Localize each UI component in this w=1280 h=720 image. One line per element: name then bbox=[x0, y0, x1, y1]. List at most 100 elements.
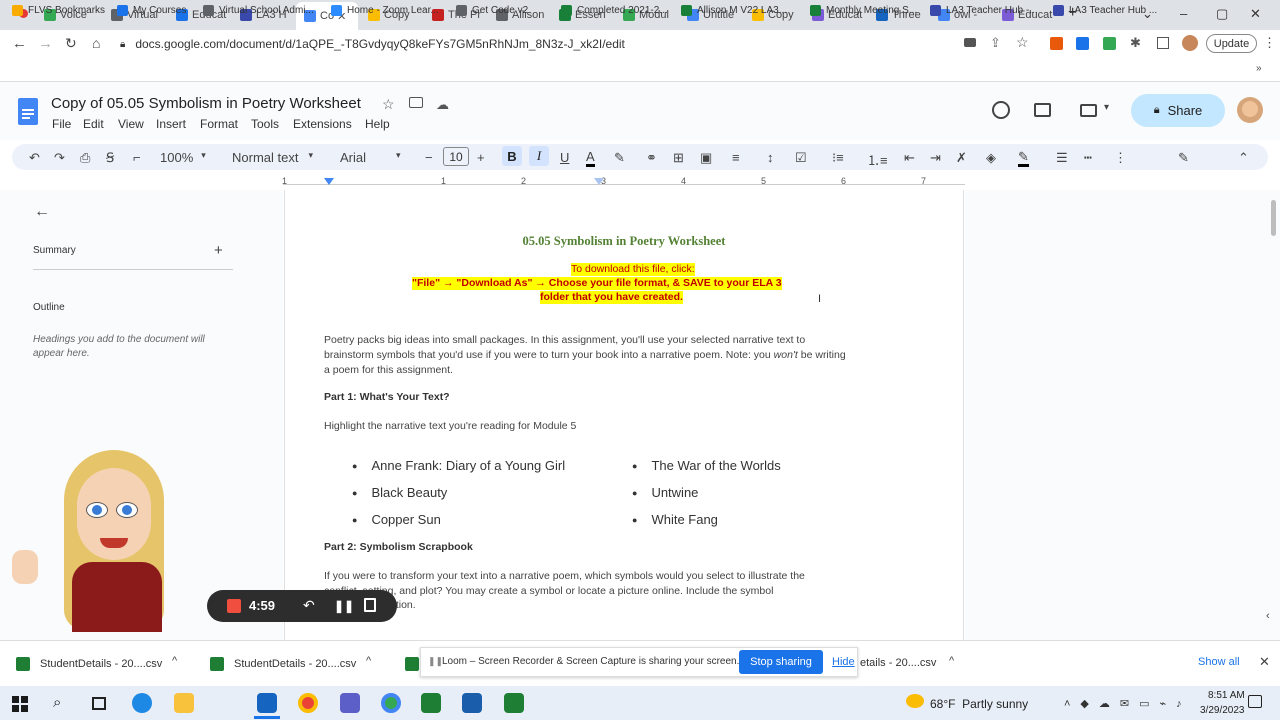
file-explorer-icon[interactable] bbox=[174, 693, 194, 713]
bookmark-item[interactable]: Get Code v2 bbox=[456, 5, 528, 16]
task-view-icon[interactable] bbox=[92, 697, 106, 710]
ruler[interactable] bbox=[283, 176, 965, 188]
update-button[interactable]: Update bbox=[1206, 34, 1257, 53]
border-color-icon[interactable]: ✎ bbox=[1018, 150, 1029, 167]
more-options-icon[interactable]: ⋮ bbox=[1114, 150, 1127, 166]
home-icon[interactable]: ⌂ bbox=[92, 35, 100, 51]
bookmark-star-icon[interactable]: ☆ bbox=[1016, 34, 1029, 51]
italic-button[interactable]: I bbox=[529, 146, 549, 166]
star-icon[interactable]: ☆ bbox=[382, 96, 395, 113]
extensions-puzzle-icon[interactable]: ✱ bbox=[1130, 35, 1141, 51]
download-item[interactable]: StudentDetails - 20....csv bbox=[16, 657, 162, 671]
bold-button[interactable]: B bbox=[502, 146, 522, 166]
bookmark-item[interactable]: Home - Zoom Lear... bbox=[331, 5, 439, 16]
delete-recording-icon[interactable] bbox=[364, 598, 376, 612]
link-icon[interactable]: ⚭ bbox=[646, 150, 657, 166]
spellcheck-icon[interactable]: Ꞩ bbox=[106, 150, 114, 166]
minimize-icon[interactable]: – bbox=[1180, 6, 1187, 21]
stop-sharing-button[interactable]: Stop sharing bbox=[739, 650, 823, 674]
document-title[interactable]: Copy of 05.05 Symbolism in Poetry Worksh… bbox=[51, 95, 361, 112]
insert-image-icon[interactable]: ▣ bbox=[700, 150, 712, 166]
print-icon[interactable]: ⎙ bbox=[80, 150, 90, 166]
bookmark-item[interactable]: LA3 Teacher Hub ... bbox=[1053, 5, 1157, 16]
profile-avatar[interactable] bbox=[1182, 35, 1198, 51]
account-avatar[interactable] bbox=[1237, 97, 1263, 123]
clear-formatting-icon[interactable]: ✗ bbox=[956, 150, 967, 166]
teams-icon[interactable] bbox=[340, 693, 360, 713]
extension-icon-3[interactable] bbox=[1103, 37, 1116, 50]
extension-icon-1[interactable] bbox=[1050, 37, 1063, 50]
side-panel-icon[interactable] bbox=[1157, 37, 1169, 49]
meet-dropdown-icon[interactable]: ▾ bbox=[1104, 102, 1109, 113]
outlook-icon[interactable] bbox=[257, 693, 277, 713]
undo-icon[interactable]: ↶ bbox=[29, 150, 40, 166]
menu-tools[interactable]: Tools bbox=[251, 117, 279, 131]
download-menu-icon[interactable]: ^ bbox=[949, 655, 954, 667]
bookmark-item[interactable]: FLVS Bookmarks bbox=[12, 5, 105, 16]
version-history-icon[interactable] bbox=[992, 101, 1010, 119]
forward-icon[interactable]: → bbox=[38, 35, 53, 52]
close-downloads-icon[interactable]: ✕ bbox=[1259, 654, 1270, 670]
increase-indent-icon[interactable]: ⇥ bbox=[930, 150, 941, 166]
search-icon[interactable]: ⌕ bbox=[53, 694, 61, 711]
menu-format[interactable]: Format bbox=[200, 117, 238, 131]
bookmark-item[interactable]: Completed 2021-2... bbox=[561, 5, 668, 16]
add-comment-icon[interactable]: ⊞ bbox=[673, 150, 684, 166]
extension-icon-2[interactable] bbox=[1076, 37, 1089, 50]
right-indent-marker[interactable] bbox=[594, 178, 604, 185]
highlight-icon[interactable]: ✎ bbox=[614, 150, 625, 166]
bookmark-item[interactable]: Monthly Meeting S... bbox=[810, 5, 917, 16]
download-item[interactable]: StudentDetails - 20....csv bbox=[210, 657, 356, 671]
left-indent-marker[interactable] bbox=[324, 178, 334, 185]
numbered-list-icon[interactable]: ⒈≡ bbox=[867, 150, 888, 169]
decrease-font-icon[interactable]: − bbox=[425, 150, 433, 165]
bookmark-item[interactable]: Allison M V22 LA3... bbox=[681, 5, 787, 16]
meet-icon[interactable] bbox=[1080, 104, 1097, 117]
close-outline-icon[interactable]: ← bbox=[34, 203, 50, 221]
menu-insert[interactable]: Insert bbox=[156, 117, 186, 131]
fill-color-icon[interactable]: ◈ bbox=[986, 150, 996, 166]
clock-time[interactable]: 8:51 AM bbox=[1208, 690, 1245, 701]
url-field[interactable]: 🔒︎ docs.google.com/document/d/1aQPE_-T8G… bbox=[120, 34, 955, 54]
align-icon[interactable]: ≡ bbox=[732, 150, 740, 165]
menu-help[interactable]: Help bbox=[365, 117, 390, 131]
hide-sharing-link[interactable]: Hide bbox=[832, 656, 855, 668]
bookmark-item[interactable]: My Courses bbox=[117, 5, 186, 16]
border-dash-icon[interactable]: ┅ bbox=[1084, 150, 1092, 166]
restart-icon[interactable]: ↶ bbox=[303, 597, 315, 614]
excel-icon[interactable] bbox=[421, 693, 441, 713]
chrome-icon-2[interactable] bbox=[381, 693, 401, 713]
stop-recording-button[interactable] bbox=[227, 599, 241, 613]
paint-format-icon[interactable]: ⌐ bbox=[133, 150, 141, 165]
menu-edit[interactable]: Edit bbox=[83, 117, 104, 131]
style-select[interactable]: Normal text ▾ bbox=[232, 150, 313, 165]
collapse-menus-icon[interactable]: ⌃ bbox=[1238, 150, 1249, 166]
pause-icon[interactable]: ❚❚ bbox=[334, 599, 354, 613]
back-icon[interactable]: ← bbox=[12, 35, 27, 52]
underline-button[interactable]: U bbox=[560, 150, 569, 165]
system-tray-icons[interactable]: ˄◆☁✉▭⌁♪ bbox=[1064, 697, 1192, 710]
weather-text[interactable]: 68°F Partly sunny bbox=[930, 697, 1028, 711]
docs-logo-icon[interactable] bbox=[18, 98, 38, 125]
decrease-indent-icon[interactable]: ⇤ bbox=[904, 150, 915, 166]
close-window-icon[interactable]: ✕ bbox=[1250, 6, 1261, 22]
download-menu-icon[interactable]: ^ bbox=[172, 655, 177, 667]
editing-mode-icon[interactable]: ✎ bbox=[1178, 150, 1189, 166]
reload-icon[interactable]: ↻ bbox=[65, 35, 77, 52]
download-item[interactable]: etails - 20....csv bbox=[860, 657, 936, 669]
move-folder-icon[interactable] bbox=[409, 97, 423, 108]
redo-icon[interactable]: ↷ bbox=[54, 150, 65, 166]
notifications-icon[interactable] bbox=[1248, 695, 1262, 708]
zoom-select[interactable]: 100% ▾ bbox=[160, 150, 206, 165]
comments-icon[interactable] bbox=[1034, 103, 1051, 117]
camera-icon[interactable] bbox=[964, 38, 976, 47]
excel-icon-2[interactable] bbox=[504, 693, 524, 713]
share-page-icon[interactable]: ⇪ bbox=[990, 35, 1001, 51]
explore-icon[interactable]: ‹ bbox=[1266, 610, 1270, 622]
share-button[interactable]: 🔒︎ Share bbox=[1131, 94, 1225, 127]
border-width-icon[interactable]: ☰ bbox=[1056, 150, 1068, 166]
maximize-icon[interactable]: ▢ bbox=[1216, 6, 1228, 22]
show-all-downloads[interactable]: Show all bbox=[1198, 656, 1240, 668]
start-icon[interactable] bbox=[12, 696, 28, 712]
checklist-icon[interactable]: ☑ bbox=[795, 150, 807, 166]
